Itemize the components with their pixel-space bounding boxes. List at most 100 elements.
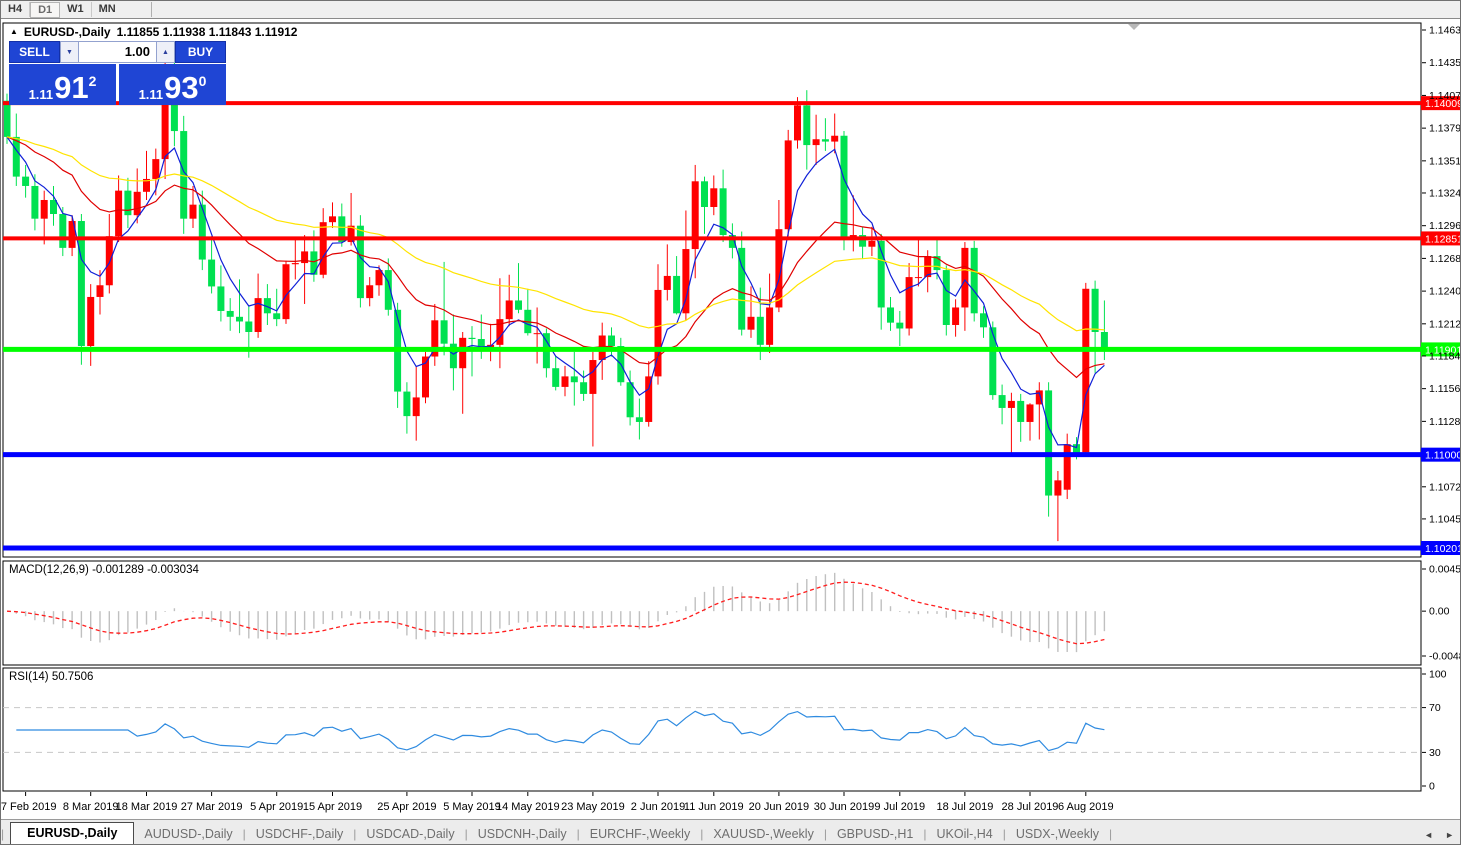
date-axis-label: 15 Apr 2019 (303, 801, 362, 813)
candle-body (571, 376, 578, 382)
buy-button[interactable]: BUY (175, 41, 226, 63)
candle-body (803, 105, 810, 145)
tab-scroll-left-icon[interactable]: ◄ (1424, 830, 1433, 840)
candle-body (292, 263, 299, 264)
candle-body (961, 248, 968, 308)
date-axis-label: 8 Mar 2019 (63, 801, 119, 813)
candle-body (534, 333, 541, 334)
tab-scroll-arrows: ◄ ► (1424, 830, 1454, 845)
date-axis-label: 5 May 2019 (443, 801, 500, 813)
candle-body (785, 140, 792, 229)
chart-canvas[interactable]: 1.140091.128511.119011.110001.102011.146… (1, 1, 1461, 845)
timeframe-w1-button[interactable]: W1 (60, 2, 92, 17)
rsi-axis-tick-label: 100 (1429, 669, 1447, 681)
price-axis-tick-label: 1.13795 (1429, 123, 1461, 135)
collapse-panel-icon[interactable]: ▲ (10, 27, 18, 36)
candle-body (943, 270, 950, 325)
candle-body (115, 191, 122, 237)
rsi-panel[interactable] (3, 668, 1421, 791)
candle-body (13, 137, 20, 177)
chart-title: ▲ EURUSD-,Daily 1.11855 1.11938 1.11843 … (10, 25, 297, 39)
volume-decrease-button[interactable]: ▼ (60, 41, 79, 63)
candle-body (41, 200, 48, 219)
date-axis-label: 28 Jul 2019 (1002, 801, 1059, 813)
chart-tab[interactable]: EURCHF-,Weekly (580, 824, 700, 845)
candle-body (738, 248, 745, 330)
macd-indicator-label: MACD(12,26,9) -0.001289 -0.003034 (9, 564, 199, 576)
candle-body (106, 236, 113, 285)
candle-body (989, 327, 996, 395)
macd-axis-tick-label: 0.00 (1429, 606, 1450, 618)
chart-tab[interactable]: USDX-,Weekly (1006, 824, 1109, 845)
candle-body (673, 276, 680, 313)
candle-body (1017, 401, 1024, 422)
date-axis-label: 27 Mar 2019 (181, 801, 243, 813)
hline-price-label: 1.12851 (1425, 233, 1461, 245)
candle-body (245, 321, 252, 332)
timeframe-h4-button[interactable]: H4 (1, 2, 30, 17)
candle-body (952, 307, 959, 325)
candle-body (329, 216, 336, 222)
rsi-axis-tick-label: 0 (1429, 781, 1435, 793)
candle-body (97, 285, 104, 297)
sell-price-display[interactable]: 1.11 91 2 (9, 64, 116, 105)
chart-tab[interactable]: UKOil-,H4 (926, 824, 1002, 845)
candle-body (227, 311, 234, 317)
chart-ohlc-values: 1.11855 1.11938 1.11843 1.11912 (117, 25, 298, 39)
date-axis-label: 11 Jun 2019 (684, 801, 744, 813)
volume-increase-button[interactable]: ▲ (156, 41, 175, 63)
sell-button[interactable]: SELL (9, 41, 60, 63)
candle-body (868, 241, 875, 247)
price-axis-tick-label: 1.12680 (1429, 253, 1461, 265)
volume-input[interactable]: 1.00 (79, 41, 156, 63)
candle-body (1101, 332, 1108, 348)
candle-body (31, 186, 38, 219)
candle-body (515, 300, 522, 309)
price-axis-tick-label: 1.13240 (1429, 187, 1461, 199)
candle-body (999, 395, 1006, 408)
macd-axis-tick-label: -0.004806 (1429, 651, 1461, 663)
candle-body (757, 317, 764, 345)
candle-body (794, 105, 801, 140)
price-axis-tick-label: 1.12400 (1429, 286, 1461, 298)
date-axis-label: 2 Jun 2019 (631, 801, 685, 813)
chart-tab[interactable]: USDCHF-,Daily (246, 824, 354, 845)
chart-symbol-label: EURUSD-,Daily (24, 25, 111, 39)
chart-tab[interactable]: USDCNH-,Daily (468, 824, 577, 845)
price-axis-tick-label: 1.12120 (1429, 318, 1461, 330)
candle-body (645, 376, 652, 422)
chart-tab[interactable]: GBPUSD-,H1 (827, 824, 923, 845)
candle-body (50, 200, 57, 214)
timeframe-mn-button[interactable]: MN (92, 2, 123, 17)
chart-tab[interactable]: AUDUSD-,Daily (134, 824, 242, 845)
candle-body (152, 159, 159, 179)
candle-body (682, 249, 689, 313)
tab-scroll-right-icon[interactable]: ► (1445, 830, 1454, 840)
candle-body (87, 297, 94, 346)
candle-body (124, 191, 131, 216)
candle-body (1092, 289, 1099, 332)
chart-tab[interactable]: XAUUSD-,Weekly (703, 824, 823, 845)
candle-body (1027, 404, 1034, 422)
hline-price-label: 1.10201 (1425, 543, 1461, 555)
candle-body (366, 285, 373, 298)
timeframe-d1-button[interactable]: D1 (30, 2, 60, 18)
macd-panel[interactable] (3, 561, 1421, 665)
date-axis-label: 6 Aug 2019 (1058, 801, 1114, 813)
candle-body (710, 188, 717, 207)
candle-body (906, 277, 913, 328)
date-axis-label: 14 May 2019 (496, 801, 560, 813)
tab-separator: | (1109, 827, 1112, 845)
candle-body (915, 277, 922, 278)
candle-body (441, 320, 448, 343)
chart-tab[interactable]: USDCAD-,Daily (356, 824, 464, 845)
date-axis-label: 18 Mar 2019 (116, 801, 178, 813)
buy-price-display[interactable]: 1.11 93 0 (119, 64, 226, 105)
mt4-chart-window: H4 D1 W1 MN 1.140091.128511.119011.11000… (0, 0, 1461, 845)
candle-body (1064, 444, 1071, 490)
candle-body (4, 101, 11, 137)
sell-price-point: 2 (89, 73, 97, 89)
chart-tab[interactable]: EURUSD-,Daily (10, 822, 134, 845)
date-axis-label: 18 Jul 2019 (936, 801, 993, 813)
candle-body (636, 417, 643, 422)
